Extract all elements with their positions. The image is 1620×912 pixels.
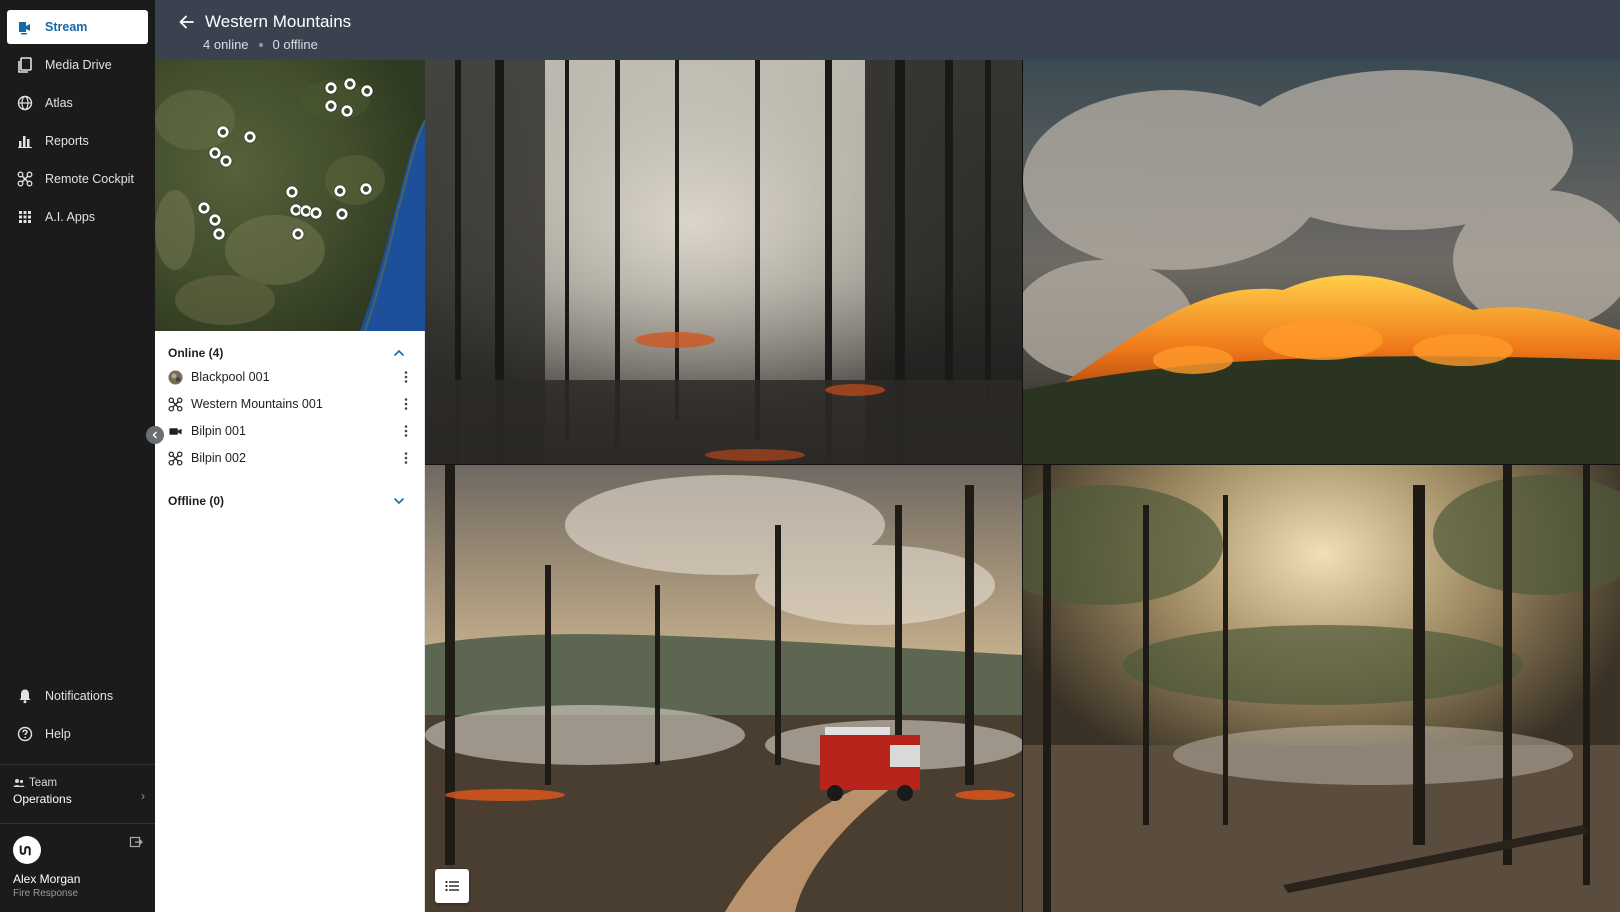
- team-switcher[interactable]: Team Operations ›: [0, 764, 155, 824]
- stream-camera-icon: [17, 19, 33, 35]
- nav-item-label: Remote Cockpit: [45, 172, 134, 186]
- nav-item-label: A.I. Apps: [45, 210, 96, 224]
- nav-item-notifications[interactable]: Notifications: [7, 679, 148, 713]
- nav-item-label: Atlas: [45, 96, 73, 110]
- media-drive-icon: [17, 57, 33, 73]
- sidebar: Stream Media Drive Atlas Reports Remote …: [0, 0, 155, 912]
- more-options-icon[interactable]: [399, 397, 413, 411]
- offline-section-header[interactable]: Offline (0): [168, 494, 224, 508]
- device-list-panel: Online (4) Blackpool 001 Western Mountai…: [155, 331, 425, 912]
- device-item-western-mountains-001[interactable]: Western Mountains 001: [168, 392, 413, 416]
- nav-item-ai-apps[interactable]: A.I. Apps: [7, 200, 148, 234]
- nav-item-remote-cockpit[interactable]: Remote Cockpit: [7, 162, 148, 196]
- bar-chart-icon: [17, 133, 33, 149]
- device-name: Western Mountains 001: [191, 397, 323, 411]
- bell-icon: [17, 688, 33, 704]
- drone-icon: [168, 451, 183, 466]
- globe-icon: [17, 95, 33, 111]
- nav-item-help[interactable]: Help: [7, 717, 148, 751]
- offline-count: 0 offline: [272, 37, 318, 52]
- page-header: Western Mountains 4 online 0 offline: [155, 0, 1620, 60]
- user-role: Fire Response: [13, 888, 79, 899]
- avatar-icon: [168, 370, 183, 385]
- online-section-header[interactable]: Online (4): [168, 346, 223, 360]
- device-name: Bilpin 002: [191, 451, 246, 465]
- nav-item-atlas[interactable]: Atlas: [7, 86, 148, 120]
- chevron-right-icon: ›: [141, 789, 145, 803]
- user-name: Alex Morgan: [13, 872, 81, 886]
- video-tile-4[interactable]: [1023, 465, 1620, 912]
- status-summary: 4 online 0 offline: [203, 37, 318, 52]
- page-title: Western Mountains: [205, 12, 352, 31]
- drone-icon: [168, 397, 183, 412]
- logout-icon[interactable]: [129, 836, 143, 850]
- drone-icon: [17, 171, 33, 187]
- separator-dot: [258, 42, 263, 47]
- user-avatar: [13, 836, 41, 864]
- device-map[interactable]: [155, 60, 425, 331]
- chevron-down-icon[interactable]: [392, 494, 406, 508]
- video-grid: [425, 60, 1620, 912]
- team-label: Team: [29, 777, 58, 789]
- nav-item-label: Notifications: [45, 689, 114, 703]
- more-options-icon[interactable]: [399, 424, 413, 438]
- video-tile-1[interactable]: [425, 60, 1022, 464]
- toggle-list-button[interactable]: [435, 869, 469, 903]
- device-item-bilpin-001[interactable]: Bilpin 001: [168, 419, 413, 443]
- online-count: 4 online: [203, 37, 249, 52]
- team-icon: [13, 777, 25, 789]
- list-icon: [445, 880, 459, 892]
- device-name: Blackpool 001: [191, 370, 270, 384]
- user-profile[interactable]: Alex Morgan Fire Response: [0, 826, 155, 912]
- nav-item-label: Media Drive: [45, 58, 112, 72]
- more-options-icon[interactable]: [399, 370, 413, 384]
- nav-item-label: Help: [45, 727, 71, 741]
- apps-grid-icon: [17, 209, 33, 225]
- nav-item-reports[interactable]: Reports: [7, 124, 148, 158]
- video-camera-icon: [168, 424, 183, 439]
- device-item-blackpool-001[interactable]: Blackpool 001: [168, 365, 413, 389]
- fire-truck: [820, 727, 920, 801]
- chevron-left-icon: [152, 431, 157, 439]
- team-name: Operations: [13, 792, 72, 806]
- device-item-bilpin-002[interactable]: Bilpin 002: [168, 446, 413, 470]
- help-circle-icon: [17, 726, 33, 742]
- back-arrow-icon[interactable]: [177, 12, 197, 32]
- bottom-nav: Notifications Help: [0, 679, 155, 755]
- more-options-icon[interactable]: [399, 451, 413, 465]
- brand-logo-icon: [19, 845, 31, 856]
- nav-item-label: Reports: [45, 134, 89, 148]
- video-tile-3[interactable]: [425, 465, 1022, 912]
- main-nav: Stream Media Drive Atlas Reports Remote …: [0, 10, 155, 238]
- nav-item-label: Stream: [45, 20, 88, 34]
- nav-item-media-drive[interactable]: Media Drive: [7, 48, 148, 82]
- chevron-up-icon[interactable]: [392, 346, 406, 360]
- nav-item-stream[interactable]: Stream: [7, 10, 148, 44]
- collapse-panel-button[interactable]: [146, 426, 164, 444]
- device-name: Bilpin 001: [191, 424, 246, 438]
- video-tile-2[interactable]: [1023, 60, 1620, 464]
